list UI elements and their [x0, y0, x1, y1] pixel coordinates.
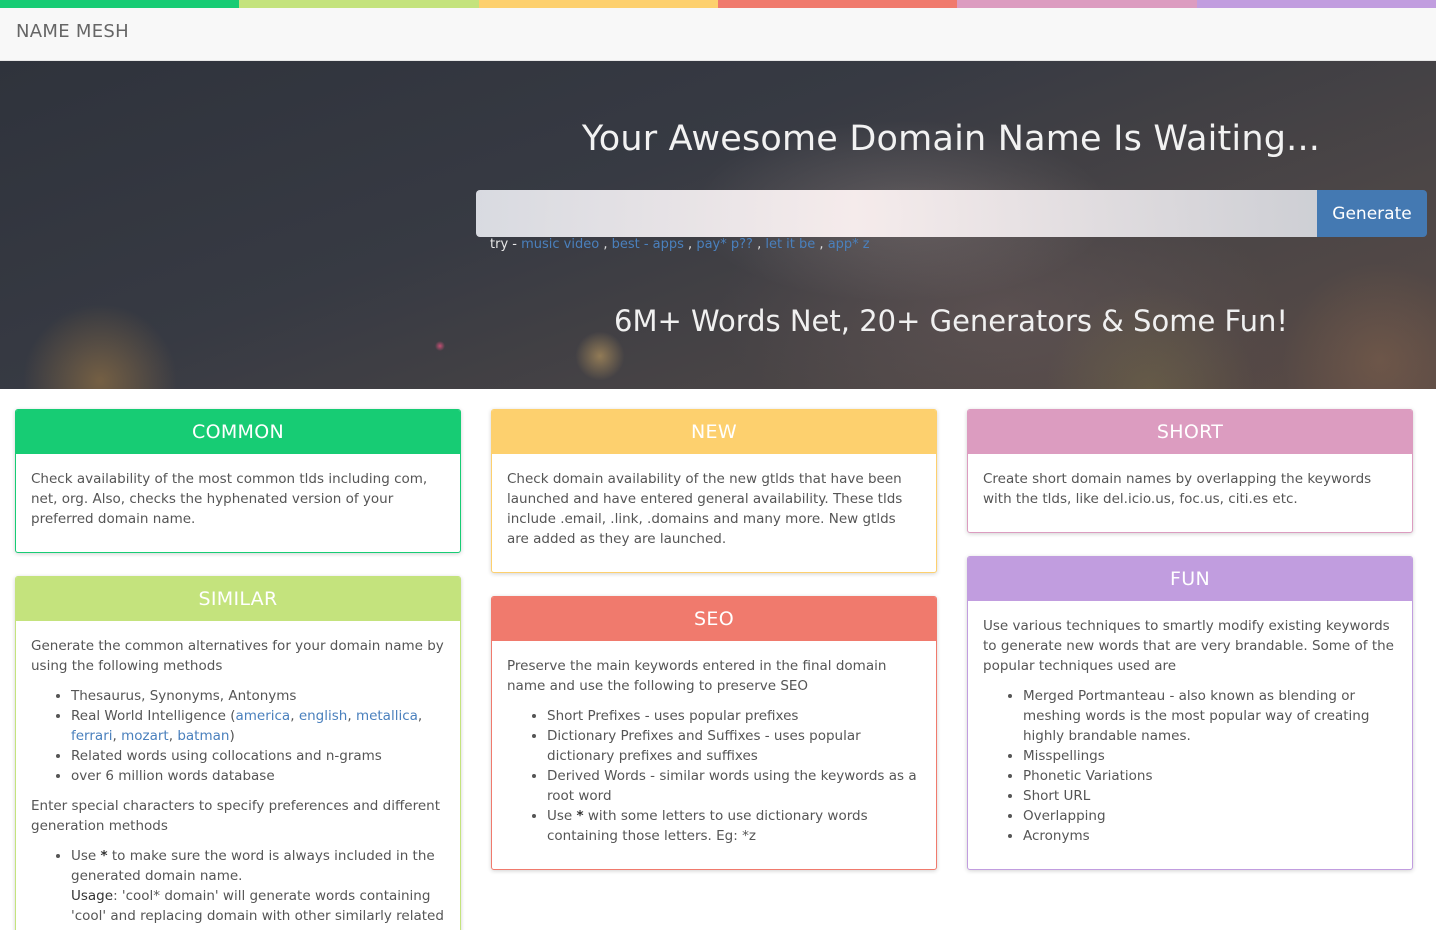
list-item: Real World Intelligence (america, englis…	[71, 706, 445, 746]
list-item: Use * to make sure the word is always in…	[71, 846, 445, 930]
panel-fun: FUN Use various techniques to smartly mo…	[967, 556, 1413, 870]
use-text: to make sure the word is always included…	[71, 848, 435, 884]
panel-short-body: Create short domain names by overlapping…	[968, 454, 1412, 532]
panel-short-text: Create short domain names by overlapping…	[983, 471, 1372, 507]
list-item: Short Prefixes - uses popular prefixes	[547, 706, 921, 726]
list-item: Dictionary Prefixes and Suffixes - uses …	[547, 726, 921, 766]
use-text: with some letters to use dictionary word…	[547, 808, 868, 844]
panel-fun-title: FUN	[968, 557, 1412, 601]
panel-new-title: NEW	[492, 410, 936, 454]
rwi-link-batman[interactable]: batman	[177, 728, 229, 744]
strip-segment-lime	[239, 0, 479, 8]
domain-search-input[interactable]	[476, 190, 1317, 237]
list-item: Merged Portmanteau - also known as blend…	[1023, 686, 1397, 746]
generate-button[interactable]: Generate	[1317, 190, 1427, 237]
panel-new-body: Check domain availability of the new gtl…	[492, 454, 936, 572]
panel-seo-title: SEO	[492, 597, 936, 641]
star-symbol: *	[100, 848, 108, 864]
panel-similar-title: SIMILAR	[16, 577, 460, 621]
similar-methods-list: Thesaurus, Synonyms, Antonyms Real World…	[71, 686, 445, 786]
panel-new: NEW Check domain availability of the new…	[491, 409, 937, 573]
rwi-label: Real World Intelligence (	[71, 708, 236, 724]
panel-common-text: Check availability of the most common tl…	[31, 471, 428, 527]
hero-subtitle: 6M+ Words Net, 20+ Generators & Some Fun…	[614, 304, 1288, 338]
example-link-let-it-be[interactable]: let it be	[765, 237, 815, 252]
usage-text: : 'cool* domain' will generate words con…	[71, 888, 444, 930]
panel-similar: SIMILAR Generate the common alternatives…	[15, 576, 461, 930]
example-link-app-z[interactable]: app* z	[828, 237, 870, 252]
strip-segment-pink	[957, 0, 1197, 8]
use-label: Use	[71, 848, 97, 864]
panel-common: COMMON Check availability of the most co…	[15, 409, 461, 553]
fun-list: Merged Portmanteau - also known as blend…	[1023, 686, 1397, 846]
star-symbol: *	[576, 808, 584, 824]
list-item: Thesaurus, Synonyms, Antonyms	[71, 686, 445, 706]
try-label: try -	[490, 237, 517, 252]
list-item: Misspellings	[1023, 746, 1397, 766]
panel-common-body: Check availability of the most common tl…	[16, 454, 460, 552]
example-link-pay-p[interactable]: pay* p??	[696, 237, 753, 252]
panel-seo-body: Preserve the main keywords entered in th…	[492, 641, 936, 869]
rwi-link-mozart[interactable]: mozart	[121, 728, 169, 744]
panel-short: SHORT Create short domain names by overl…	[967, 409, 1413, 533]
use-label: Use	[547, 808, 573, 824]
brand-link[interactable]: NAME MESH	[16, 21, 129, 42]
similar-special-intro: Enter special characters to specify pref…	[31, 798, 440, 834]
example-link-music-video[interactable]: music video	[521, 237, 599, 252]
panel-similar-body: Generate the common alternatives for you…	[16, 621, 460, 930]
strip-segment-red	[717, 0, 958, 8]
list-item: Derived Words - similar words using the …	[547, 766, 921, 806]
rwi-link-english[interactable]: english	[299, 708, 348, 724]
rwi-link-ferrari[interactable]: ferrari	[71, 728, 113, 744]
panel-fun-body: Use various techniques to smartly modify…	[968, 601, 1412, 869]
list-item: Short URL	[1023, 786, 1397, 806]
hero-section: Your Awesome Domain Name Is Waiting... G…	[0, 61, 1436, 389]
similar-special-list: Use * to make sure the word is always in…	[71, 846, 445, 930]
rwi-close: )	[229, 728, 235, 744]
search-form: Generate	[476, 190, 1427, 237]
fun-intro: Use various techniques to smartly modify…	[983, 618, 1394, 674]
panel-new-text: Check domain availability of the new gtl…	[507, 471, 903, 547]
seo-list: Short Prefixes - uses popular prefixes D…	[547, 706, 921, 846]
strip-segment-yellow	[478, 0, 718, 8]
list-item: Phonetic Variations	[1023, 766, 1397, 786]
strip-segment-green	[0, 0, 240, 8]
color-strip	[0, 0, 1436, 8]
strip-segment-purple	[1196, 0, 1436, 8]
similar-intro: Generate the common alternatives for you…	[31, 638, 444, 674]
panel-seo: SEO Preserve the main keywords entered i…	[491, 596, 937, 870]
panel-short-title: SHORT	[968, 410, 1412, 454]
rwi-link-metallica[interactable]: metallica	[356, 708, 418, 724]
seo-intro: Preserve the main keywords entered in th…	[507, 658, 887, 694]
panel-common-title: COMMON	[16, 410, 460, 454]
try-examples: try - music video , best - apps , pay* p…	[490, 237, 870, 252]
list-item: Acronyms	[1023, 826, 1397, 846]
list-item: Overlapping	[1023, 806, 1397, 826]
hero-title: Your Awesome Domain Name Is Waiting...	[581, 119, 1321, 159]
list-item: Related words using collocations and n-g…	[71, 746, 445, 766]
list-item: Use * with some letters to use dictionar…	[547, 806, 921, 846]
list-item: over 6 million words database	[71, 766, 445, 786]
usage-label: Usage	[71, 888, 114, 904]
rwi-link-america[interactable]: america	[235, 708, 290, 724]
example-link-best-apps[interactable]: best - apps	[612, 237, 684, 252]
navbar: NAME MESH	[0, 8, 1436, 61]
